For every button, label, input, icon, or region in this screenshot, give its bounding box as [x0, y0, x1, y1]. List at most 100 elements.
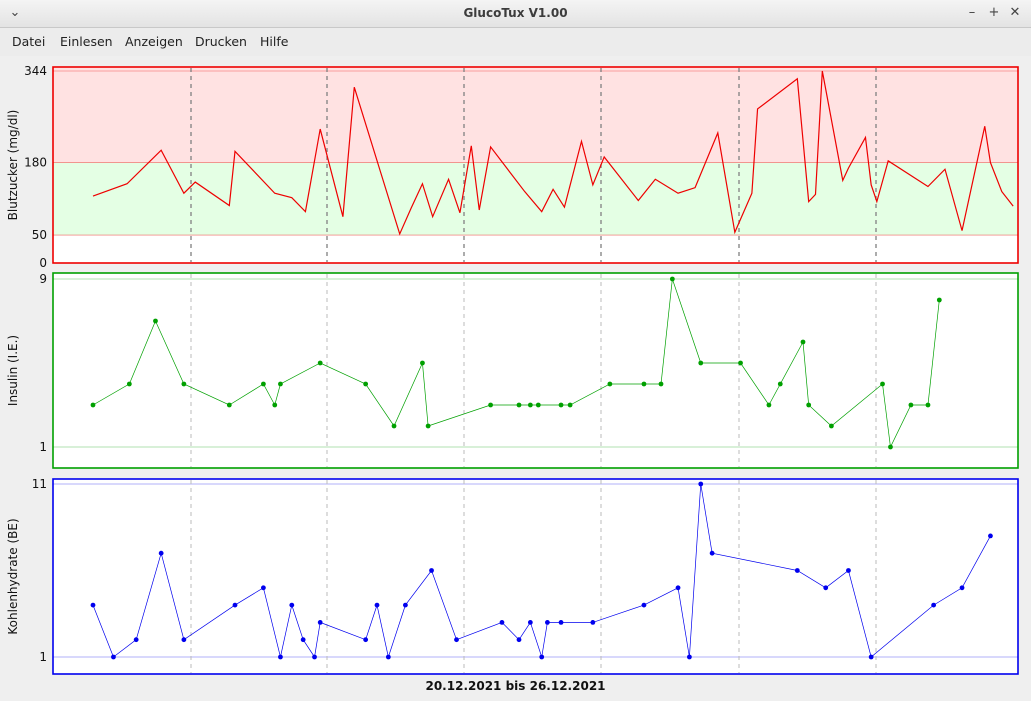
- carbs-point: [545, 620, 550, 625]
- carbs-point: [558, 620, 564, 625]
- menu-datei[interactable]: Datei: [12, 34, 45, 49]
- date-range-label: 20.12.2021 bis 26.12.2021: [425, 679, 606, 693]
- carbs-axis-label: Kohlenhydrate (BE): [6, 518, 20, 634]
- insulin-point: [607, 381, 613, 387]
- carbs-point: [959, 585, 965, 591]
- carbs-point: [454, 637, 459, 643]
- insulin-point: [829, 423, 834, 429]
- carbs-point: [300, 637, 306, 643]
- insulin-point: [888, 444, 893, 450]
- insulin-point: [880, 381, 885, 387]
- insulin-point: [317, 360, 323, 366]
- carbs-point: [111, 654, 116, 660]
- carbs-point: [429, 568, 434, 573]
- close-icon[interactable]: ✕: [1006, 4, 1024, 22]
- carbs-point: [90, 602, 96, 608]
- insulin-point: [278, 381, 283, 387]
- insulin-point: [567, 402, 573, 408]
- insulin-point: [925, 402, 931, 408]
- insulin-point: [516, 402, 522, 408]
- insulin-tick-label: 1: [39, 440, 47, 454]
- insulin-point: [153, 318, 158, 324]
- insulin-point: [527, 402, 533, 408]
- carbs-point: [931, 602, 937, 608]
- insulin-point: [272, 402, 278, 408]
- insulin-point: [936, 297, 942, 303]
- carbs-point: [527, 620, 533, 625]
- carbs-point: [539, 654, 545, 660]
- carbs-point: [312, 654, 317, 660]
- carbs-point: [261, 585, 266, 591]
- insulin-point: [226, 402, 232, 408]
- insulin-point: [669, 276, 675, 282]
- window-title: GlucoTux V1.00: [463, 6, 568, 20]
- insulin-point: [641, 381, 647, 387]
- carbs-point: [403, 602, 408, 608]
- insulin-point: [126, 381, 132, 387]
- carbs-point: [374, 602, 380, 608]
- glucose-axis-label: Blutzucker (mg/dl): [6, 110, 20, 221]
- menu-bar: Datei Einlesen Anzeigen Drucken Hilfe: [0, 28, 1031, 56]
- menu-anzeigen[interactable]: Anzeigen: [125, 34, 183, 49]
- insulin-tick-label: 9: [39, 272, 47, 286]
- carbs-point: [289, 602, 295, 608]
- carbs-point: [181, 637, 187, 643]
- carbs-point: [363, 637, 369, 643]
- carbs-point: [158, 550, 164, 556]
- insulin-panel-bg: [53, 273, 1018, 468]
- insulin-point: [261, 381, 266, 387]
- menu-drucken[interactable]: Drucken: [195, 34, 247, 49]
- carbs-point: [698, 481, 704, 487]
- insulin-point: [181, 381, 187, 387]
- insulin-point: [363, 381, 369, 387]
- carbs-point: [499, 620, 505, 625]
- carbs-tick-label: 11: [32, 477, 47, 491]
- insulin-point: [738, 360, 743, 366]
- insulin-point: [391, 423, 397, 429]
- insulin-point: [777, 381, 783, 387]
- carbs-point: [278, 654, 283, 660]
- insulin-point: [420, 360, 425, 366]
- carbs-tick-label: 1: [39, 650, 47, 664]
- title-bar: ⌄ GlucoTux V1.00 – + ✕: [0, 0, 1031, 28]
- menu-einlesen[interactable]: Einlesen: [60, 34, 113, 49]
- carbs-point: [317, 620, 323, 625]
- maximize-icon[interactable]: +: [985, 4, 1003, 22]
- insulin-point: [800, 339, 806, 345]
- carbs-point: [232, 602, 238, 608]
- chart-area: 0 50 180 344 Blutzucker (mg/dl) 1 9 Insulin (I.…: [6, 64, 1019, 675]
- carbs-point: [868, 654, 874, 660]
- insulin-point: [698, 360, 704, 366]
- carbs-point: [641, 602, 647, 608]
- glucose-tick-label: 344: [24, 64, 47, 78]
- insulin-point: [658, 381, 664, 387]
- glucose-tick-label: 0: [39, 256, 47, 270]
- minimize-icon[interactable]: –: [963, 4, 981, 22]
- carbs-point: [516, 637, 522, 643]
- carbs-point: [846, 568, 851, 573]
- carbs-point: [133, 637, 139, 643]
- insulin-point: [558, 402, 564, 408]
- glucose-zone-high: [53, 67, 1018, 163]
- carbs-point: [794, 568, 800, 573]
- insulin-point: [425, 423, 431, 429]
- insulin-point: [806, 402, 812, 408]
- insulin-point: [766, 402, 772, 408]
- insulin-axis-label: Insulin (I.E.): [6, 335, 20, 406]
- glucose-tick-label: 180: [24, 156, 47, 170]
- insulin-point: [90, 402, 96, 408]
- carbs-point: [988, 533, 993, 539]
- carbs-point: [823, 585, 829, 591]
- carbs-point: [687, 654, 692, 660]
- insulin-point: [908, 402, 914, 408]
- carbs-point: [590, 620, 596, 625]
- carbs-point: [675, 585, 681, 591]
- glucose-zone-ok: [53, 162, 1018, 236]
- insulin-point: [535, 402, 541, 408]
- carbs-panel-bg: [53, 479, 1018, 674]
- carbs-point: [709, 550, 715, 556]
- carbs-point: [385, 654, 391, 660]
- insulin-point: [488, 402, 493, 408]
- menu-hilfe[interactable]: Hilfe: [260, 34, 288, 49]
- glucose-tick-label: 50: [32, 228, 47, 242]
